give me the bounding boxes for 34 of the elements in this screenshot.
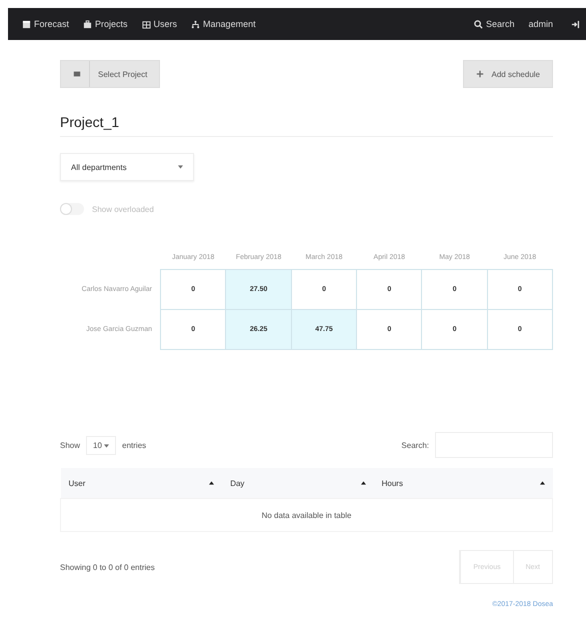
- show-label: Show: [60, 440, 80, 450]
- caret-icon: [104, 444, 110, 448]
- logout-icon[interactable]: [571, 20, 580, 28]
- column-header[interactable]: Hours: [374, 468, 552, 498]
- table-info: Showing 0 to 0 of 0 entries: [60, 562, 155, 572]
- empty-message: No data available in table: [60, 498, 552, 532]
- search-link[interactable]: Search: [474, 19, 514, 29]
- column-header[interactable]: User: [60, 468, 222, 498]
- search-label: Search:: [401, 440, 429, 450]
- toggle-label: Show overloaded: [92, 204, 154, 214]
- user-link[interactable]: admin: [528, 19, 553, 29]
- sitemap-icon: [191, 20, 200, 28]
- entries-select[interactable]: 10: [86, 436, 116, 454]
- nav-link[interactable]: Management: [191, 19, 256, 29]
- grid-icon: [142, 20, 151, 28]
- nav-link[interactable]: Users: [142, 19, 178, 29]
- list-icon: [73, 70, 81, 78]
- briefcase-icon: [83, 20, 92, 28]
- sort-icon: [209, 480, 214, 484]
- entries-label: entries: [122, 440, 146, 450]
- project-title: Project_1: [60, 114, 553, 137]
- sort-icon: [360, 480, 366, 484]
- search-icon: [474, 20, 483, 28]
- column-header[interactable]: Day: [222, 468, 374, 498]
- sort-icon: [540, 480, 544, 484]
- add-schedule-button[interactable]: Add schedule: [462, 60, 553, 88]
- calendar-icon: [22, 20, 31, 28]
- toggle-switch[interactable]: [60, 203, 84, 215]
- department-select[interactable]: All departments: [60, 153, 194, 181]
- select-project-button[interactable]: Select Project: [60, 60, 160, 88]
- nav-link[interactable]: Projects: [83, 19, 128, 29]
- nav-link[interactable]: Forecast: [22, 19, 70, 29]
- caret-icon: [178, 165, 183, 169]
- plus-icon: [476, 70, 484, 78]
